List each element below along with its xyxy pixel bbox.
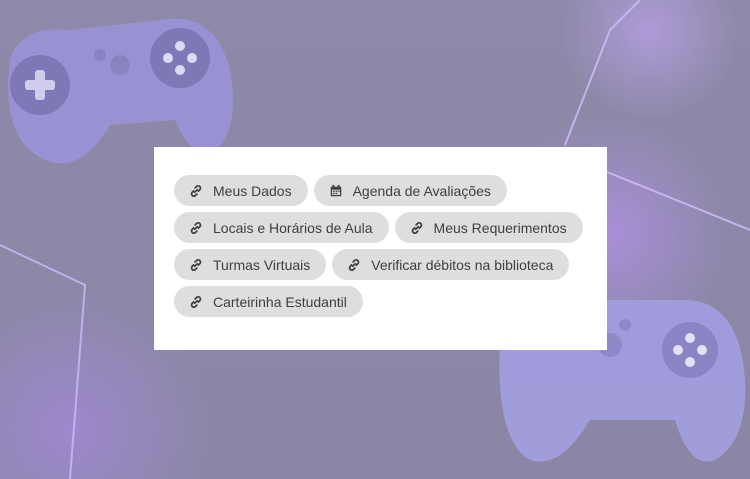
link-icon [189, 258, 203, 272]
link-label: Agenda de Avaliações [352, 182, 491, 199]
link-label: Locais e Horários de Aula [213, 219, 373, 236]
link-meus-dados[interactable]: Meus Dados [174, 175, 308, 206]
link-label: Verificar débitos na biblioteca [371, 256, 554, 273]
link-icon [189, 295, 203, 309]
quick-links-list: Meus Dados Agenda de Avaliações Locais e… [174, 175, 599, 317]
link-agenda-de-avaliacoes[interactable]: Agenda de Avaliações [313, 175, 507, 206]
calendar-icon [329, 184, 343, 198]
gamepad-icon-top-left [8, 18, 233, 164]
link-label: Carteirinha Estudantil [213, 293, 347, 310]
link-icon [347, 258, 361, 272]
link-verificar-debitos-na-biblioteca[interactable]: Verificar débitos na biblioteca [332, 249, 570, 280]
link-turmas-virtuais[interactable]: Turmas Virtuais [174, 249, 327, 280]
link-label: Meus Requerimentos [433, 219, 567, 236]
link-locais-e-horarios-de-aula[interactable]: Locais e Horários de Aula [174, 212, 389, 243]
link-carteirinha-estudantil[interactable]: Carteirinha Estudantil [174, 286, 363, 317]
link-icon [189, 221, 203, 235]
link-label: Turmas Virtuais [213, 256, 311, 273]
link-icon [189, 184, 203, 198]
quick-links-card: Meus Dados Agenda de Avaliações Locais e… [154, 147, 607, 350]
link-label: Meus Dados [213, 182, 292, 199]
link-meus-requerimentos[interactable]: Meus Requerimentos [394, 212, 583, 243]
link-icon [410, 221, 424, 235]
